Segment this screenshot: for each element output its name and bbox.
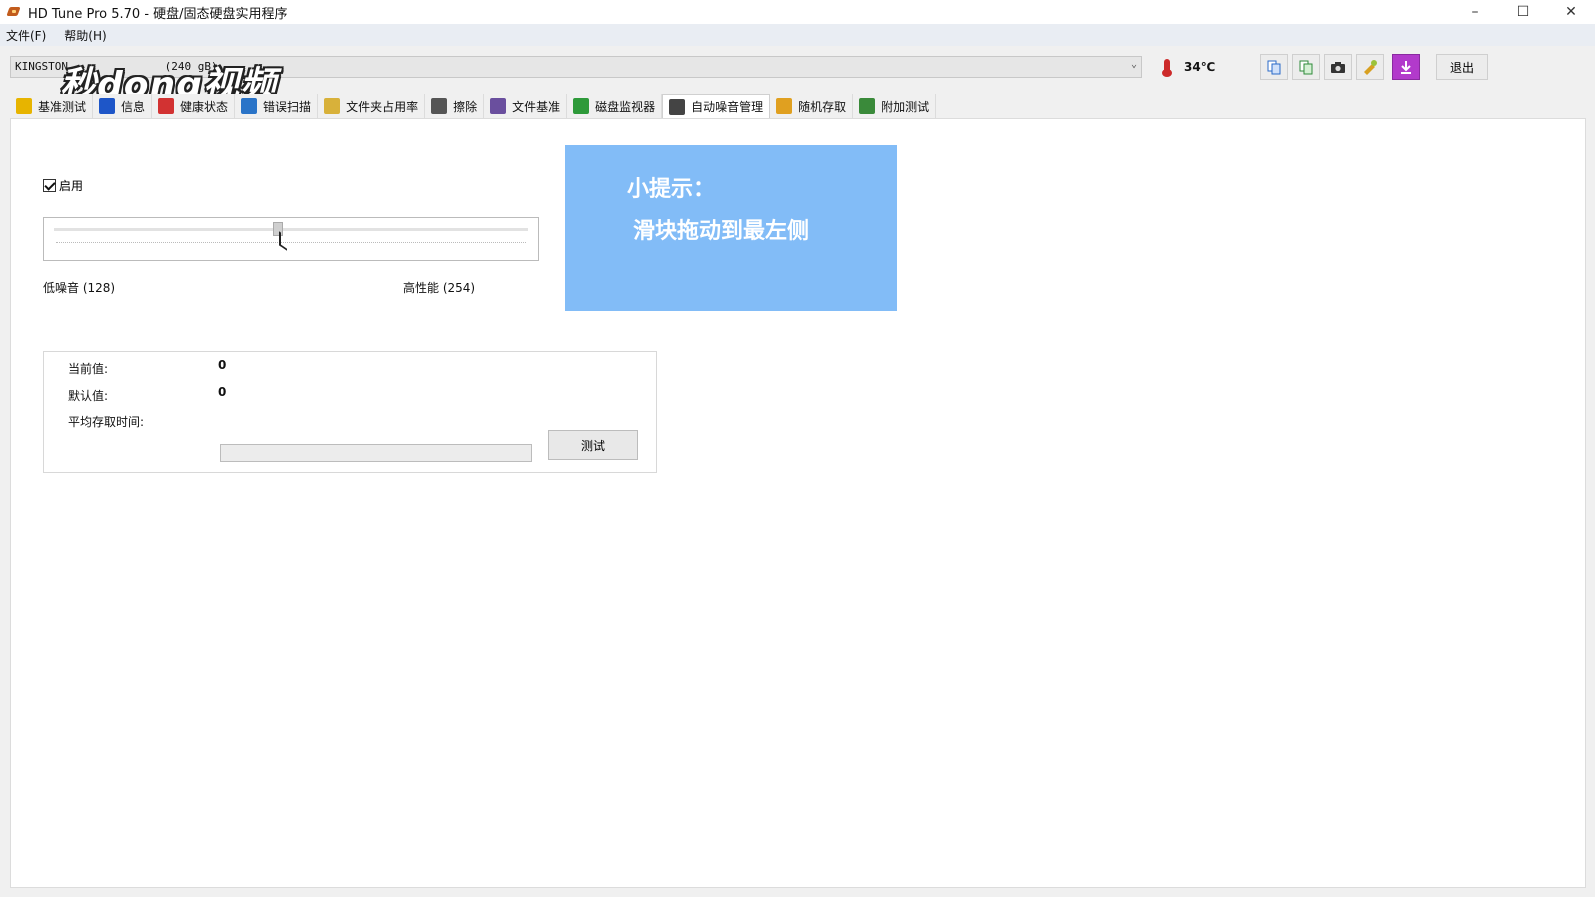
erase-icon	[431, 98, 448, 114]
folder-usage-icon	[324, 98, 341, 114]
aam-panel: 启用 低噪音 (128) 高性能 (254) 小提示： 滑块拖动到最左侧 当前值…	[10, 118, 1586, 888]
tab-label: 信息	[121, 99, 146, 114]
benchmark-icon	[16, 98, 32, 114]
current-value-label: 当前值:	[68, 362, 109, 376]
copy-info-button[interactable]	[1292, 54, 1320, 80]
tab-label: 文件基准	[512, 99, 561, 114]
copy-info-icon	[1299, 60, 1313, 75]
copy-icon	[1267, 60, 1281, 75]
high-performance-label: 高性能 (254)	[403, 281, 476, 295]
default-value: 0	[218, 385, 227, 399]
info-icon	[99, 98, 116, 114]
tab-strip: 基准测试 信息 健康状态 错误扫描 文件夹占用率 擦除 文件基准 磁盘监视器 自动噪音管理 随机存…	[10, 94, 1586, 118]
menu-bar: 文件(F) 帮助(H)	[0, 24, 1595, 46]
low-noise-label: 低噪音 (128)	[43, 281, 116, 295]
enable-label: 启用	[59, 179, 84, 193]
health-icon	[158, 98, 175, 114]
tab-benchmark[interactable]: 基准测试	[10, 94, 94, 118]
menu-help[interactable]: 帮助(H)	[58, 27, 112, 44]
tab-folder-usage[interactable]: 文件夹占用率	[318, 94, 426, 118]
tab-label: 健康状态	[180, 99, 229, 114]
file-benchmark-icon	[490, 98, 507, 114]
default-value-label: 默认值:	[68, 389, 109, 403]
slider-track	[54, 228, 528, 231]
app-icon	[6, 4, 22, 20]
tab-info[interactable]: 信息	[93, 94, 153, 118]
save-download-icon	[1401, 61, 1411, 74]
options-icon	[1364, 60, 1377, 75]
tab-erase[interactable]: 擦除	[425, 94, 485, 118]
tab-label: 文件夹占用率	[346, 99, 419, 114]
speaker-icon	[669, 98, 686, 115]
maximize-button[interactable]: ☐	[1499, 0, 1547, 24]
tab-label: 附加测试	[881, 99, 930, 114]
stats-panel: 当前值: 0 默认值: 0 平均存取时间: 测试	[43, 351, 657, 473]
exit-button[interactable]: 退出	[1436, 54, 1488, 80]
tab-error-scan[interactable]: 错误扫描	[235, 94, 319, 118]
test-progress-bar	[220, 444, 532, 462]
tab-health[interactable]: 健康状态	[152, 94, 236, 118]
aam-slider[interactable]	[43, 217, 539, 261]
enable-checkbox[interactable]	[43, 179, 56, 192]
options-button[interactable]	[1356, 54, 1384, 80]
tab-file-benchmark[interactable]: 文件基准	[484, 94, 568, 118]
tab-random-access[interactable]: 随机存取	[770, 94, 854, 118]
screenshot-icon	[1331, 62, 1345, 73]
menu-file[interactable]: 文件(F)	[0, 27, 52, 44]
enable-checkbox-group[interactable]: 启用	[43, 177, 83, 194]
tip-overlay: 小提示： 滑块拖动到最左侧	[565, 145, 897, 311]
slider-ticks	[56, 242, 526, 245]
tab-speaker[interactable]: 自动噪音管理	[662, 94, 771, 118]
extra-tests-icon	[859, 98, 876, 114]
tip-message: 滑块拖动到最左侧	[633, 219, 810, 244]
current-value: 0	[218, 358, 227, 372]
error-scan-icon	[241, 98, 258, 114]
window-controls: – ☐ ✕	[1451, 0, 1595, 24]
tab-label: 随机存取	[798, 99, 847, 114]
close-button[interactable]: ✕	[1547, 0, 1595, 24]
disk-monitor-icon	[573, 98, 590, 114]
copy-button[interactable]	[1260, 54, 1288, 80]
tab-label: 擦除	[453, 99, 478, 114]
save-button[interactable]	[1392, 54, 1420, 80]
temperature-readout: 34℃	[1184, 60, 1216, 74]
screenshot-button[interactable]	[1324, 54, 1352, 80]
tip-title: 小提示：	[627, 177, 716, 202]
mouse-cursor-icon	[279, 231, 288, 251]
test-button[interactable]: 测试	[548, 430, 638, 460]
minimize-button[interactable]: –	[1451, 0, 1499, 24]
tab-label: 磁盘监视器	[595, 99, 656, 114]
tab-label: 错误扫描	[263, 99, 312, 114]
tab-extra-tests[interactable]: 附加测试	[853, 94, 937, 118]
tab-label: 基准测试	[38, 99, 87, 114]
tab-disk-monitor[interactable]: 磁盘监视器	[567, 94, 663, 118]
tab-label: 自动噪音管理	[691, 100, 764, 114]
random-access-icon	[776, 98, 793, 114]
title-bar: HD Tune Pro 5.70 - 硬盘/固态硬盘实用程序 – ☐ ✕	[0, 0, 1595, 24]
chevron-down-icon: ⌄	[1130, 59, 1137, 70]
window-title: HD Tune Pro 5.70 - 硬盘/固态硬盘实用程序	[28, 6, 288, 22]
avg-access-time-label: 平均存取时间:	[68, 415, 145, 429]
thermometer-icon	[1156, 56, 1178, 78]
